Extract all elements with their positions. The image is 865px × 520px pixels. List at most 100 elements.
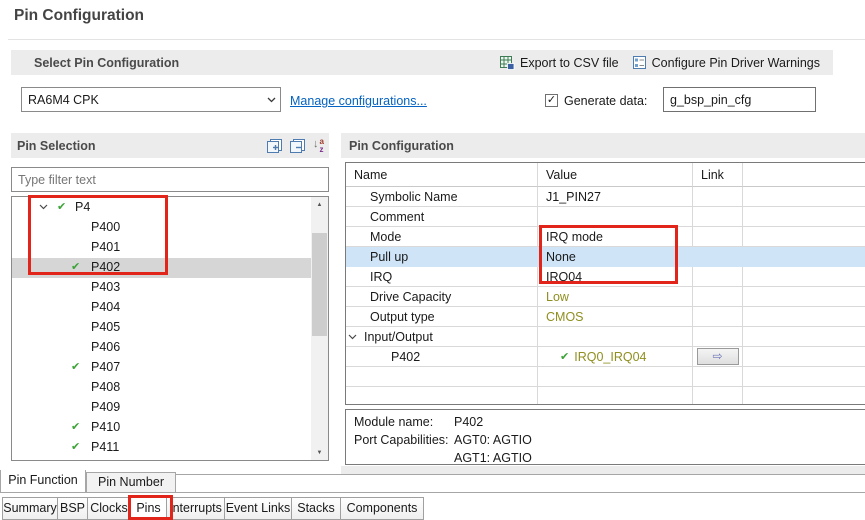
tab-clocks[interactable]: Clocks — [87, 497, 131, 520]
collapse-all-button[interactable] — [290, 139, 305, 153]
sort-button[interactable]: ↓az — [313, 138, 324, 154]
property-value[interactable] — [538, 207, 693, 227]
tab-pin-number[interactable]: Pin Number — [86, 472, 176, 493]
check-icon: ✔ — [71, 420, 80, 433]
property-value[interactable]: ✔IRQ0_IRQ04 — [538, 347, 693, 367]
tree-item-p401[interactable]: P401 — [12, 238, 311, 258]
pin-configuration-view: Pin Configuration Select Pin Configurati… — [0, 0, 865, 520]
tree-item-p403[interactable]: P403 — [12, 278, 311, 298]
manage-configurations-link[interactable]: Manage configurations... — [290, 94, 427, 108]
property-name: Symbolic Name — [346, 187, 538, 207]
property-row-drive-capacity: Drive Capacity Low — [346, 287, 865, 307]
scroll-up-button[interactable]: ▲ — [311, 197, 328, 212]
property-name: Output type — [346, 307, 538, 327]
property-row-empty — [346, 387, 865, 404]
check-icon: ✔ — [560, 350, 569, 363]
scroll-down-button[interactable]: ▼ — [311, 445, 328, 460]
properties-table: Name Value Link Symbolic Name J1_PIN27 C… — [345, 162, 865, 405]
tab-summary[interactable]: Summary — [2, 497, 58, 520]
section-toolbar: Export to CSV file Configure Pin Driver … — [500, 56, 820, 70]
configuration-select-value: RA6M4 CPK — [28, 93, 262, 107]
configure-pin-driver-warnings-button[interactable]: Configure Pin Driver Warnings — [633, 56, 820, 70]
tab-components[interactable]: Components — [340, 497, 424, 520]
arrow-right-icon: ⇨ — [712, 350, 722, 363]
chevron-down-icon[interactable] — [39, 204, 48, 210]
export-to-csv-button[interactable]: Export to CSV file — [500, 56, 619, 70]
tab-interrupts[interactable]: Interrupts — [166, 497, 225, 520]
tree-item-p409[interactable]: P409 — [12, 398, 311, 418]
column-header-name: Name — [346, 163, 538, 187]
property-name: P402 — [346, 347, 538, 367]
expand-all-icon — [267, 139, 282, 153]
property-name: Drive Capacity — [346, 287, 538, 307]
property-value[interactable]: IRQ04 — [538, 267, 693, 287]
property-row-pull-up: Pull up None — [346, 247, 865, 267]
panel-bottom-strip — [341, 466, 865, 474]
check-icon: ✔ — [71, 360, 80, 373]
pin-selection-header: Pin Selection — [17, 139, 96, 153]
column-header-empty — [743, 163, 865, 187]
property-value[interactable]: IRQ mode — [538, 227, 693, 247]
tree-item-p408[interactable]: P408 — [12, 378, 311, 398]
configuration-select[interactable]: RA6M4 CPK — [21, 87, 281, 112]
pin-filter-input[interactable] — [11, 167, 329, 192]
tree-item-p400[interactable]: P400 — [12, 218, 311, 238]
property-row-mode: Mode IRQ mode — [346, 227, 865, 247]
tab-bsp[interactable]: BSP — [57, 497, 88, 520]
check-icon: ✔ — [71, 460, 80, 461]
property-value[interactable]: J1_PIN27 — [538, 187, 693, 207]
pin-configuration-section: Pin Configuration — [341, 133, 865, 158]
property-value[interactable]: CMOS — [538, 307, 693, 327]
tab-pins[interactable]: Pins — [130, 497, 167, 520]
property-value[interactable]: Low — [538, 287, 693, 307]
scroll-thumb[interactable] — [312, 233, 327, 336]
property-name: Pull up — [346, 247, 538, 267]
property-name: IRQ — [346, 267, 538, 287]
editor-tab-bar: Summary BSP Clocks Pins Interrupts Event… — [2, 497, 424, 520]
pin-configuration-header: Pin Configuration — [349, 139, 454, 153]
tree-item-p402[interactable]: ✔P402 — [12, 258, 311, 278]
property-value[interactable]: None — [538, 247, 693, 267]
check-icon: ✔ — [71, 440, 80, 453]
property-row-input-output: Input/Output — [346, 327, 865, 347]
module-info-panel: Module name:P402 Port Capabilities:AGT0:… — [345, 409, 865, 465]
chevron-down-icon — [262, 97, 280, 103]
pin-tree: ✔P4 P400 P401 ✔P402 P403 P404 P405 P406 … — [11, 196, 329, 461]
select-pin-configuration-section: Select Pin Configuration Export to CSV f… — [11, 50, 833, 75]
module-name-label: Module name: — [354, 413, 454, 431]
chevron-down-icon[interactable] — [348, 334, 357, 340]
section-header: Select Pin Configuration — [34, 56, 179, 70]
link-button[interactable]: ⇨ — [697, 348, 739, 365]
property-row-empty — [346, 367, 865, 387]
expand-all-button[interactable] — [267, 139, 282, 153]
generate-data-checkbox[interactable]: ✓ — [545, 94, 558, 107]
tab-stacks[interactable]: Stacks — [291, 497, 341, 520]
tree-item-p407[interactable]: ✔P407 — [12, 358, 311, 378]
generate-data-input[interactable] — [663, 87, 816, 112]
tree-item-p406[interactable]: P406 — [12, 338, 311, 358]
tree-item-p4[interactable]: ✔P4 — [12, 198, 311, 218]
tree-item-p411[interactable]: ✔P411 — [12, 438, 311, 458]
tab-event-links[interactable]: Event Links — [224, 497, 292, 520]
sort-az-icon: ↓az — [313, 138, 324, 154]
table-header-row: Name Value Link — [346, 163, 865, 187]
collapse-all-icon — [290, 139, 305, 153]
column-header-value: Value — [538, 163, 693, 187]
tree-item-p404[interactable]: P404 — [12, 298, 311, 318]
check-icon: ✓ — [547, 94, 556, 106]
module-name-value: P402 — [454, 413, 865, 431]
property-name: Comment — [346, 207, 538, 227]
page-title: Pin Configuration — [14, 7, 144, 25]
property-row-p402: P402 ✔IRQ0_IRQ04 ⇨ — [346, 347, 865, 367]
tab-folder-border — [176, 474, 865, 475]
tab-pin-function[interactable]: Pin Function — [0, 470, 86, 493]
tree-item-p405[interactable]: P405 — [12, 318, 311, 338]
tree-item-p412[interactable]: ✔P412 — [12, 458, 311, 461]
tree-item-p410[interactable]: ✔P410 — [12, 418, 311, 438]
property-row-comment: Comment — [346, 207, 865, 227]
property-row-symbolic-name: Symbolic Name J1_PIN27 — [346, 187, 865, 207]
property-name[interactable]: Input/Output — [346, 327, 538, 347]
property-value — [538, 327, 693, 347]
tree-scrollbar[interactable]: ▲ ▼ — [311, 197, 328, 460]
column-header-link: Link — [693, 163, 743, 187]
